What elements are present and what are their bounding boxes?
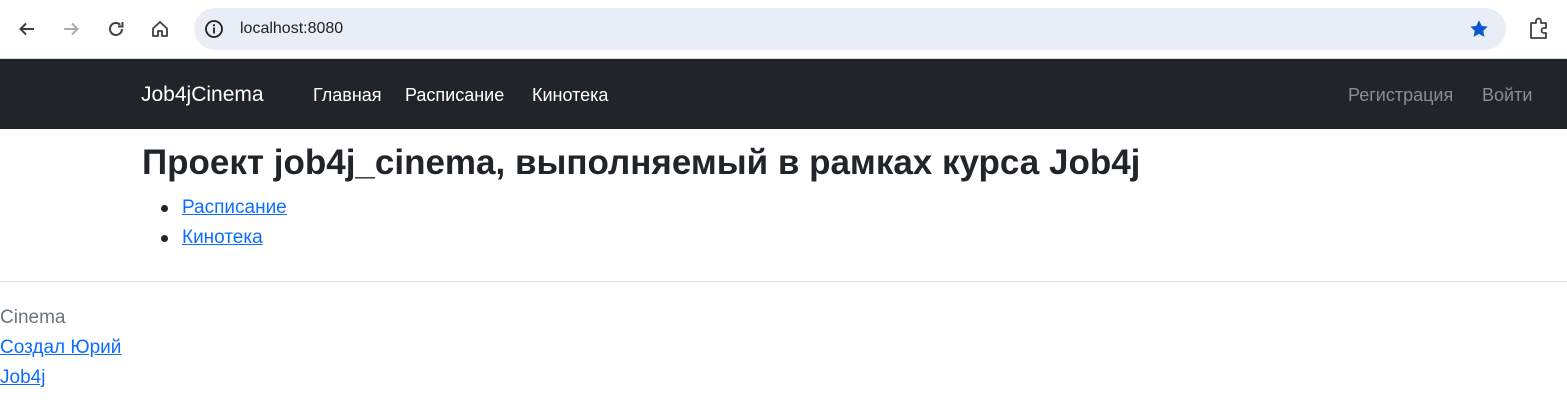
back-arrow-icon[interactable] <box>13 13 41 45</box>
address-bar[interactable]: localhost:8080 <box>194 8 1506 50</box>
bullet-icon <box>161 205 168 212</box>
job4j-link[interactable]: Job4j <box>0 367 45 388</box>
list-item: Расписание <box>142 194 287 224</box>
browser-toolbar: localhost:8080 <box>0 0 1567 59</box>
schedule-link[interactable]: Расписание <box>182 197 287 218</box>
star-icon[interactable] <box>1468 18 1490 40</box>
info-icon[interactable] <box>204 19 224 39</box>
nav-link-schedule[interactable]: Расписание <box>405 59 504 131</box>
puzzle-icon[interactable] <box>1526 16 1552 42</box>
bullet-icon <box>161 235 168 242</box>
list-item: Кинотека <box>142 224 287 254</box>
nav-link-register[interactable]: Регистрация <box>1348 59 1453 131</box>
footer-divider <box>0 281 1567 282</box>
navbar-brand[interactable]: Job4jCinema <box>141 59 264 131</box>
library-link[interactable]: Кинотека <box>182 227 263 248</box>
nav-link-login[interactable]: Войти <box>1482 59 1532 131</box>
address-url[interactable]: localhost:8080 <box>240 8 343 50</box>
main-links-list: Расписание Кинотека <box>142 194 287 254</box>
site-navbar: Job4jCinema Главная Расписание Кинотека … <box>0 59 1567 129</box>
forward-arrow-icon[interactable] <box>57 13 85 45</box>
footer: Cinema Создал Юрий Job4j <box>0 303 121 393</box>
home-icon[interactable] <box>146 13 174 45</box>
footer-caption: Cinema <box>0 307 66 328</box>
author-link[interactable]: Создал Юрий <box>0 337 121 358</box>
page-title: Проект job4j_cinema, выполняемый в рамка… <box>142 143 1141 182</box>
reload-icon[interactable] <box>102 13 130 45</box>
nav-link-library[interactable]: Кинотека <box>532 59 608 131</box>
nav-link-home[interactable]: Главная <box>313 59 382 131</box>
